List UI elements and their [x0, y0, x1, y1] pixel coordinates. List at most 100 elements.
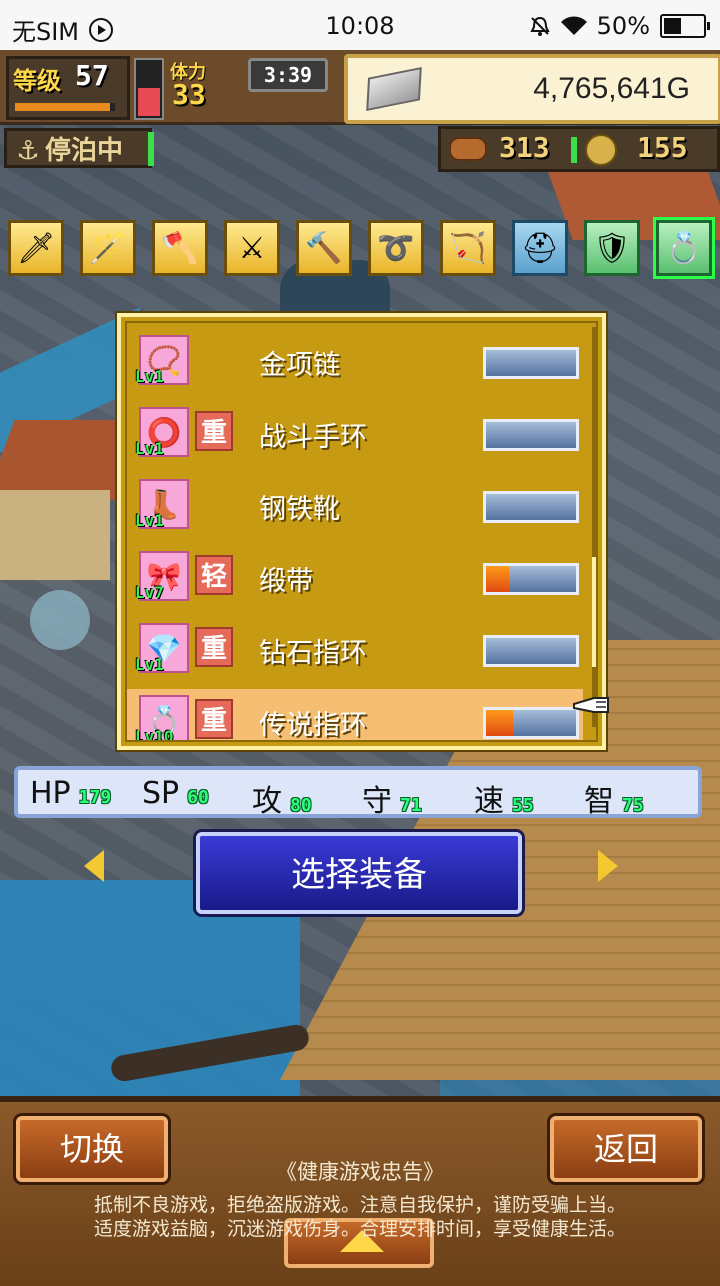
- wood-log-icon: [449, 137, 487, 161]
- item-weight-badge: 重: [195, 627, 233, 667]
- stat-value: 60: [187, 787, 209, 808]
- stat-item: 智 75: [584, 776, 644, 820]
- stat-label: 速: [474, 784, 504, 819]
- item-progress-bar: [483, 707, 579, 739]
- battery-percent: 50%: [596, 12, 650, 40]
- stat-label: SP: [142, 776, 180, 811]
- item-weight-badge: 重: [195, 411, 233, 451]
- category-tab-accessory[interactable]: 💍: [653, 217, 715, 279]
- level-display: 等级 57: [6, 56, 130, 120]
- category-tab-spear[interactable]: ⚔: [224, 220, 280, 276]
- item-name: 钢铁靴: [259, 494, 340, 525]
- equipment-list-item[interactable]: 🎀 Lv7 轻缎带: [127, 545, 583, 609]
- level-label: 等级: [13, 67, 61, 95]
- stat-value: 75: [622, 795, 644, 816]
- wood-count: 313: [499, 131, 550, 164]
- item-level: Lv1: [135, 511, 164, 530]
- hammer-icon: 🔨: [305, 230, 343, 266]
- sword-icon: 🗡: [16, 230, 56, 266]
- stamina-timer: 3:39: [248, 58, 328, 92]
- staff-icon: 🪄: [89, 230, 127, 266]
- item-progress-bar: [483, 419, 579, 451]
- helmet-icon: ⛑: [520, 230, 560, 266]
- spear-icon: ⚔: [238, 230, 266, 266]
- stat-value: 80: [290, 795, 312, 816]
- category-tab-hammer[interactable]: 🔨: [296, 220, 352, 276]
- coin-icon: [585, 134, 617, 166]
- next-character-arrow[interactable]: [598, 850, 618, 882]
- armor-icon: 🛡: [592, 230, 632, 266]
- resource-display: 313 155: [438, 126, 720, 172]
- bow-icon: 🏹: [449, 230, 487, 266]
- category-tab-whip[interactable]: ➰: [368, 220, 424, 276]
- health-notice-title: 《健康游戏忠告》: [276, 1160, 444, 1184]
- equipment-category-tabs: 🗡 🪄 🪓 ⚔ 🔨 ➰ 🏹 ⛑ 🛡 💍: [8, 217, 716, 280]
- health-notice-line-1: 抵制不良游戏，拒绝盗版游戏。注意自我保护，谨防受骗上当。: [93, 1194, 626, 1216]
- category-tab-staff[interactable]: 🪄: [80, 220, 136, 276]
- wifi-icon: [560, 16, 587, 36]
- hp-gauge-fill: [138, 88, 160, 116]
- level-value: 57: [75, 59, 109, 92]
- item-progress-fill: [486, 710, 513, 736]
- item-progress-bar: [483, 635, 579, 667]
- list-scroll-thumb[interactable]: [592, 557, 596, 667]
- stat-item: SP 60: [142, 776, 209, 811]
- coin-count: 155: [637, 131, 688, 164]
- item-name: 缎带: [259, 566, 313, 597]
- health-notice-line-2: 适度游戏益脑，沉迷游戏伤身。合理安排时间，享受健康生活。: [93, 1218, 626, 1240]
- stat-value: 71: [400, 795, 422, 816]
- list-scroll-track[interactable]: [592, 327, 596, 727]
- item-progress-bar: [483, 491, 579, 523]
- item-level: Lv7: [135, 583, 164, 602]
- stat-item: HP 179: [30, 776, 111, 811]
- stat-item: 守 71: [362, 776, 422, 820]
- category-tab-sword[interactable]: 🗡: [8, 220, 64, 276]
- whip-icon: ➰: [377, 230, 415, 266]
- resource-indicator: [571, 137, 577, 163]
- equipment-list-item[interactable]: 📿 Lv1 金项链: [127, 329, 583, 393]
- item-name: 金项链: [259, 350, 340, 381]
- battery-level: [664, 18, 681, 34]
- item-level: Lv1: [135, 655, 164, 674]
- select-equipment-button[interactable]: 选择装备: [196, 832, 522, 914]
- exp-bar: [15, 103, 115, 111]
- equipment-list-item[interactable]: 💎 Lv1 重钻石指环: [127, 617, 583, 681]
- gold-display: 4,765,641G: [344, 54, 720, 124]
- exp-bar-fill: [15, 103, 110, 111]
- item-progress-fill: [486, 566, 509, 592]
- item-weight-badge: 轻: [195, 555, 233, 595]
- anchor-icon: ⚓: [16, 136, 40, 166]
- item-name: 钻石指环: [259, 638, 367, 669]
- stat-item: 速 55: [474, 776, 534, 820]
- item-progress-bar: [483, 347, 579, 379]
- equipment-list-item[interactable]: ⭕ Lv1 重战斗手环: [127, 401, 583, 465]
- equipment-list-item[interactable]: 💍 Lv10 重传说指环: [127, 689, 583, 742]
- axe-icon: 🪓: [161, 230, 199, 266]
- category-tab-bow[interactable]: 🏹: [440, 220, 496, 276]
- docking-status-label: 停泊中: [45, 136, 124, 166]
- item-level: Lv1: [135, 367, 164, 386]
- fountain: [30, 590, 90, 650]
- equipment-list-panel: 📿 Lv1 金项链 ⭕ Lv1 重战斗手环 👢 Lv1 钢铁靴 🎀 Lv7 轻缎带 💎 Lv1 重钻石指环 💍…: [117, 313, 606, 750]
- hand-pointer-icon: [573, 697, 609, 713]
- stat-label: 攻: [252, 784, 282, 819]
- item-weight-badge: 重: [195, 699, 233, 739]
- status-bar: 无SIM 10:08 50%: [0, 0, 720, 50]
- stat-item: 攻 80: [252, 776, 312, 820]
- item-progress-bar: [483, 563, 579, 595]
- docking-status-button[interactable]: ⚓ 停泊中: [4, 128, 152, 168]
- stat-label: 智: [584, 784, 614, 819]
- equipment-list-item[interactable]: 👢 Lv1 钢铁靴: [127, 473, 583, 537]
- category-tab-axe[interactable]: 🪓: [152, 220, 208, 276]
- battery-icon: [660, 14, 710, 38]
- equipment-list[interactable]: 📿 Lv1 金项链 ⭕ Lv1 重战斗手环 👢 Lv1 钢铁靴 🎀 Lv7 轻缎带 💎 Lv1 重钻石指环 💍…: [125, 321, 598, 742]
- stat-label: HP: [30, 776, 71, 811]
- item-level: Lv10: [135, 727, 174, 742]
- category-tab-helmet[interactable]: ⛑: [512, 220, 568, 276]
- category-tab-armor[interactable]: 🛡: [584, 220, 640, 276]
- prev-character-arrow[interactable]: [84, 850, 104, 882]
- stamina-value: 33: [172, 78, 206, 111]
- item-name: 传说指环: [259, 710, 367, 741]
- mute-bell-icon: [529, 15, 551, 37]
- accessory-icon: 💍: [665, 230, 703, 266]
